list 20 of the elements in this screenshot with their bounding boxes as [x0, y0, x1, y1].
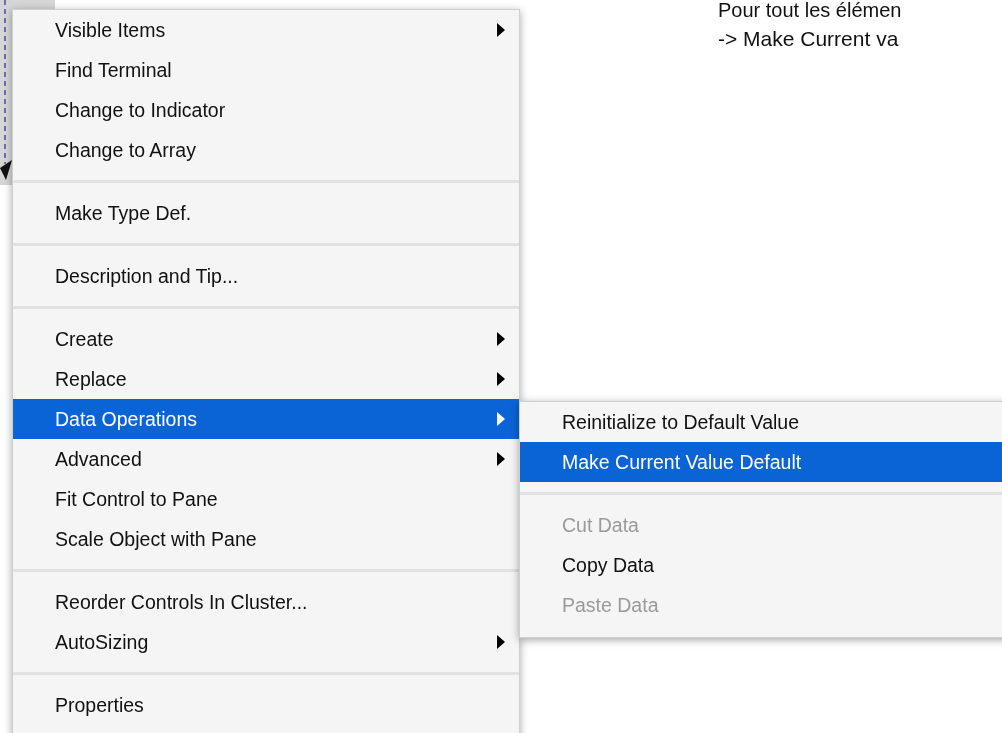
menu-item[interactable]: Scale Object with Pane	[13, 519, 519, 559]
menu-item[interactable]: Reorder Controls In Cluster...	[13, 582, 519, 622]
menu-item[interactable]: Reinitialize to Default Value	[520, 402, 1002, 442]
menu-item[interactable]: Fit Control to Pane	[13, 479, 519, 519]
menu-item[interactable]: Properties	[13, 685, 519, 725]
note-text: -> Make Current va	[718, 26, 900, 52]
menu-item[interactable]: Replace	[13, 359, 519, 399]
menu-item[interactable]: Data Operations	[13, 399, 519, 439]
menu-item[interactable]: Make Type Def.	[13, 193, 519, 233]
menu-item[interactable]: Advanced	[13, 439, 519, 479]
menu-item[interactable]: Change to Indicator	[13, 90, 519, 130]
menu-item[interactable]: AutoSizing	[13, 622, 519, 662]
menu-item[interactable]: Description and Tip...	[13, 256, 519, 296]
menu-item[interactable]: Visible Items	[13, 10, 519, 50]
menu-item[interactable]: Create	[13, 319, 519, 359]
menu-item[interactable]: Find Terminal	[13, 50, 519, 90]
note-text: Pour tout les élémen	[718, 0, 902, 23]
menu-item[interactable]: Make Current Value Default	[520, 442, 1002, 482]
menu-item[interactable]: Change to Array	[13, 130, 519, 170]
menu-item[interactable]: Copy Data	[520, 545, 1002, 585]
